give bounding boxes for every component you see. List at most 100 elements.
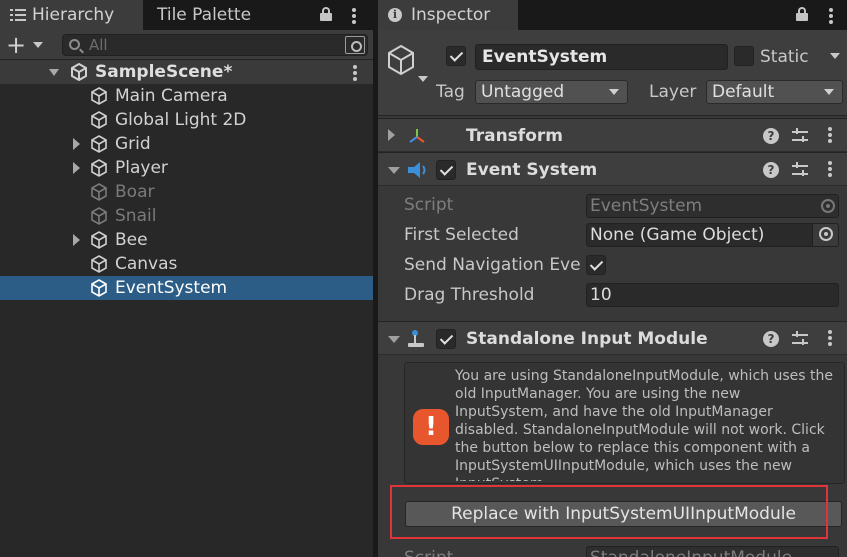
joystick-icon <box>408 330 424 347</box>
send-navigation-label: Send Navigation Events <box>404 255 582 275</box>
search-box <box>62 34 368 56</box>
static-dropdown-icon[interactable] <box>830 53 840 59</box>
presets-icon[interactable] <box>792 162 808 178</box>
scene-options-icon[interactable] <box>353 65 357 83</box>
hierarchy-toolbar: + <box>0 30 373 60</box>
hierarchy-tree: SampleScene* Main Camera Global Light 2D G… <box>0 60 373 300</box>
hierarchy-item-label: Global Light 2D <box>115 110 247 130</box>
help-icon[interactable]: ? <box>763 331 779 347</box>
send-navigation-checkbox[interactable] <box>586 255 606 275</box>
active-checkbox[interactable] <box>446 46 466 66</box>
warning-helpbox: ! You are using StandaloneInputModule, w… <box>404 362 845 484</box>
search-input[interactable] <box>89 36 329 54</box>
component-enabled-checkbox[interactable] <box>436 160 456 180</box>
layer-value: Default <box>712 82 775 102</box>
info-icon: i <box>388 8 402 22</box>
object-picker-button[interactable] <box>812 224 838 246</box>
first-selected-value: None (Game Object) <box>590 225 765 245</box>
gameobject-icon <box>91 111 107 129</box>
object-name-field[interactable]: EventSystem <box>475 44 728 70</box>
first-selected-field[interactable]: None (Game Object) <box>586 223 839 247</box>
drag-threshold-label: Drag Threshold <box>404 285 535 305</box>
hierarchy-panel: Hierarchy Tile Palette + SampleScene* Ma… <box>0 0 373 557</box>
icon-dropdown-icon[interactable] <box>418 76 428 82</box>
hierarchy-item-label: Boar <box>115 182 155 202</box>
hierarchy-item[interactable]: Player <box>0 156 373 180</box>
tab-inspector-label: Inspector <box>411 5 491 25</box>
hierarchy-item[interactable]: Global Light 2D <box>0 108 373 132</box>
foldout-arrow-icon[interactable] <box>388 167 400 174</box>
transform-axes-icon <box>409 129 425 143</box>
tag-dropdown[interactable]: Untagged <box>475 80 628 104</box>
component-event-system[interactable]: Event System ? <box>378 152 847 186</box>
list-icon <box>10 9 26 21</box>
event-system-icon <box>408 162 426 178</box>
component-transform[interactable]: Transform ? <box>378 118 847 152</box>
scene-row[interactable]: SampleScene* <box>0 60 373 84</box>
search-by-type-icon[interactable] <box>345 36 365 54</box>
script-label: Script <box>404 546 582 557</box>
help-icon[interactable]: ? <box>763 128 779 144</box>
search-icon <box>69 39 80 50</box>
standalone-input-title: Standalone Input Module <box>466 329 708 349</box>
hierarchy-tabbar: Hierarchy Tile Palette <box>0 0 373 30</box>
component-more-icon[interactable] <box>828 127 832 145</box>
static-label: Static <box>760 47 809 67</box>
tag-value: Untagged <box>481 82 565 102</box>
gameobject-icon <box>91 231 107 249</box>
gameobject-icon <box>91 183 107 201</box>
component-enabled-checkbox[interactable] <box>436 329 456 349</box>
tab-tile-palette-label: Tile Palette <box>157 5 252 25</box>
foldout-arrow-icon[interactable] <box>388 129 395 141</box>
gameobject-header: EventSystem Static Tag Untagged Layer De… <box>378 30 847 116</box>
component-more-icon[interactable] <box>828 161 832 179</box>
expand-arrow-icon[interactable] <box>73 138 80 150</box>
component-standalone-input-module[interactable]: Standalone Input Module ? <box>378 321 847 355</box>
inspector-panel: i Inspector EventSystem Static Tag Untag… <box>378 0 847 557</box>
component-more-icon[interactable] <box>828 330 832 348</box>
add-dropdown-icon[interactable] <box>33 42 43 48</box>
tab-hierarchy[interactable]: Hierarchy <box>0 0 143 30</box>
hierarchy-item[interactable]: Snail <box>0 204 373 228</box>
unity-scene-icon <box>71 63 87 81</box>
tab-inspector[interactable]: i Inspector <box>378 0 518 30</box>
hierarchy-item-label: Canvas <box>115 254 178 274</box>
hierarchy-item[interactable]: Boar <box>0 180 373 204</box>
expand-arrow-icon[interactable] <box>73 162 80 174</box>
lock-icon[interactable] <box>320 7 332 21</box>
more-options-icon[interactable] <box>352 8 356 26</box>
first-selected-label: First Selected <box>404 225 519 245</box>
hierarchy-item[interactable]: Grid <box>0 132 373 156</box>
gameobject-icon <box>91 279 107 297</box>
presets-icon[interactable] <box>792 128 808 144</box>
add-icon[interactable]: + <box>6 32 26 58</box>
layer-label: Layer <box>649 82 697 102</box>
warning-icon: ! <box>413 409 449 445</box>
expand-arrow-icon[interactable] <box>49 69 59 76</box>
hierarchy-item-label: Grid <box>115 134 151 154</box>
hierarchy-item[interactable]: Main Camera <box>0 84 373 108</box>
drag-threshold-field[interactable]: 10 <box>586 283 839 307</box>
chevron-down-icon <box>824 89 834 95</box>
help-icon[interactable]: ? <box>763 162 779 178</box>
foldout-arrow-icon[interactable] <box>388 336 400 343</box>
presets-icon[interactable] <box>792 331 808 347</box>
highlight-box <box>390 485 828 539</box>
hierarchy-item-label: EventSystem <box>115 278 228 298</box>
tab-tile-palette[interactable]: Tile Palette <box>143 0 271 30</box>
warning-message: You are using StandaloneInputModule, whi… <box>455 368 833 481</box>
hierarchy-item[interactable]: Bee <box>0 228 373 252</box>
layer-dropdown[interactable]: Default <box>706 80 843 104</box>
hierarchy-item[interactable]: Canvas <box>0 252 373 276</box>
script-value: StandaloneInputModule <box>590 548 792 557</box>
inspector-tabbar: i Inspector <box>378 0 847 30</box>
hierarchy-item-label: Main Camera <box>115 86 228 106</box>
gameobject-cube-icon[interactable] <box>386 44 416 76</box>
hierarchy-item[interactable]: EventSystem <box>0 276 373 300</box>
inspector-lock-icon[interactable] <box>796 7 808 21</box>
tag-label: Tag <box>436 82 465 102</box>
static-checkbox[interactable] <box>734 46 754 66</box>
event-system-title: Event System <box>466 160 598 180</box>
expand-arrow-icon[interactable] <box>73 234 80 246</box>
inspector-more-icon[interactable] <box>829 8 833 26</box>
